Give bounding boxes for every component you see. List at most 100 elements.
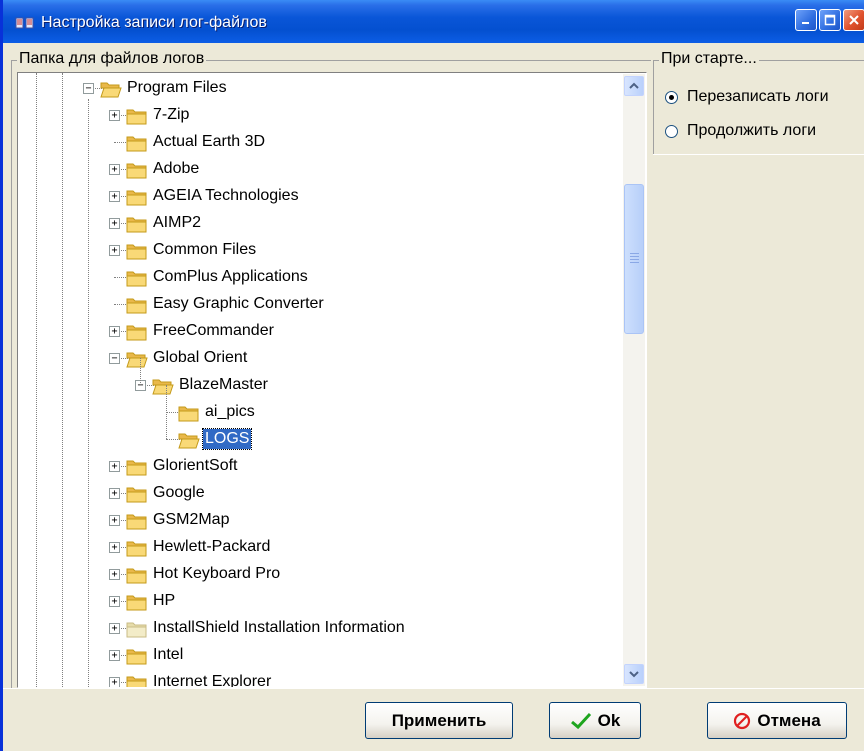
expand-toggle-icon[interactable]: + [109, 542, 120, 553]
tree-item[interactable]: − BlazeMaster [18, 372, 623, 399]
radio-overwrite-label: Перезаписать логи [687, 88, 829, 105]
tree-item-label[interactable]: Program Files [125, 78, 229, 98]
tree-item[interactable]: +7-Zip [18, 102, 623, 129]
tree-item-label[interactable]: Internet Explorer [151, 672, 273, 687]
expand-toggle-icon[interactable]: + [109, 623, 120, 634]
tree-item-label[interactable]: Actual Earth 3D [151, 132, 267, 152]
log-settings-window: Настройка записи лог-файлов Папка для фа… [0, 0, 864, 751]
tree-item[interactable]: − Global Orient [18, 345, 623, 372]
expand-toggle-icon[interactable]: + [109, 569, 120, 580]
chevron-down-icon [629, 671, 639, 678]
tree-item[interactable]: + AIMP2 [18, 210, 623, 237]
tree-item-label[interactable]: Easy Graphic Converter [151, 294, 326, 314]
folder-open-icon [178, 431, 200, 449]
folder-icon [126, 269, 148, 287]
tree-item[interactable]: + Common Files [18, 237, 623, 264]
tree-item[interactable]: + AGEIA Technologies [18, 183, 623, 210]
tree-item[interactable]: + Google [18, 480, 623, 507]
tree-item[interactable]: + Intel [18, 642, 623, 669]
expand-toggle-icon[interactable]: + [109, 488, 120, 499]
tree-item[interactable]: Easy Graphic Converter [18, 291, 623, 318]
tree-item[interactable]: ComPlus Applications [18, 264, 623, 291]
scroll-down-button[interactable] [624, 664, 644, 684]
ok-button-label: Ok [597, 710, 621, 730]
apply-button[interactable]: Применить [365, 702, 513, 739]
expand-toggle-icon[interactable]: + [109, 677, 120, 687]
window-title: Настройка записи лог-файлов [41, 14, 267, 31]
tree-item[interactable]: + Hewlett-Packard [18, 534, 623, 561]
tree-item-label[interactable]: ai_pics [203, 402, 257, 422]
collapse-toggle-icon[interactable]: − [83, 83, 94, 94]
folder-icon [126, 323, 148, 341]
checkmark-icon [570, 712, 591, 729]
expand-toggle-icon[interactable]: + [109, 515, 120, 526]
tree-item-label[interactable]: Intel [151, 645, 185, 665]
tree-vertical-scrollbar[interactable] [623, 74, 645, 686]
folder-icon [126, 188, 148, 206]
tree-item-label[interactable]: Hot Keyboard Pro [151, 564, 282, 584]
tree-item-label[interactable]: Global Orient [151, 348, 249, 368]
tree-item[interactable]: + FreeCommander [18, 318, 623, 345]
expand-toggle-icon[interactable]: + [109, 461, 120, 472]
folder-icon [178, 404, 200, 422]
tree-item-label[interactable]: GlorientSoft [151, 456, 239, 476]
tree-item[interactable]: ai_pics [18, 399, 623, 426]
minimize-button[interactable] [795, 9, 817, 31]
folder-open-icon [126, 350, 148, 368]
folders-group-label: Папка для файлов логов [17, 50, 207, 68]
tree-item-label[interactable]: 7-Zip [151, 105, 191, 125]
folder-icon [126, 539, 148, 557]
apply-button-label: Применить [391, 710, 487, 730]
tree-item-label[interactable]: Hewlett-Packard [151, 537, 272, 557]
tree-item-label[interactable]: LOGS [201, 428, 253, 450]
radio-button[interactable] [665, 125, 678, 138]
title-bar[interactable]: Настройка записи лог-файлов [3, 0, 864, 43]
tree-item-label[interactable]: Adobe [151, 159, 201, 179]
tree-item[interactable]: + GlorientSoft [18, 453, 623, 480]
tree-item[interactable]: Actual Earth 3D [18, 129, 623, 156]
folder-icon [126, 647, 148, 665]
cancel-button-label: Отмена [757, 710, 821, 730]
ok-button[interactable]: Ok [549, 702, 641, 739]
tree-item[interactable]: + InstallShield Installation Information [18, 615, 623, 642]
tree-item-label[interactable]: AIMP2 [151, 213, 203, 233]
tree-item[interactable]: − Program Files [18, 75, 623, 102]
tree-item-label[interactable]: HP [151, 591, 177, 611]
collapse-toggle-icon[interactable]: − [109, 353, 120, 364]
tree-item[interactable]: + Internet Explorer [18, 669, 623, 687]
radio-continue-label: Продолжить логи [687, 122, 817, 139]
scroll-thumb[interactable] [624, 184, 644, 334]
maximize-button[interactable] [819, 9, 841, 31]
tree-item-label[interactable]: ComPlus Applications [151, 267, 310, 287]
tree-item-label[interactable]: Google [151, 483, 207, 503]
expand-toggle-icon[interactable]: + [109, 650, 120, 661]
tree-item[interactable]: + GSM2Map [18, 507, 623, 534]
tree-item-label[interactable]: Common Files [151, 240, 258, 260]
radio-button-checked[interactable] [665, 91, 678, 104]
expand-toggle-icon[interactable]: + [109, 218, 120, 229]
expand-toggle-icon[interactable]: + [109, 164, 120, 175]
folder-tree[interactable]: − Program Files +7-Zip Actual Earth 3D + Adob… [17, 72, 647, 688]
tree-item-label[interactable]: AGEIA Technologies [151, 186, 301, 206]
folder-icon [126, 134, 148, 152]
tree-item-label[interactable]: InstallShield Installation Information [151, 618, 407, 638]
scroll-up-button[interactable] [624, 76, 644, 96]
tree-item[interactable]: + Adobe [18, 156, 623, 183]
tree-item-label[interactable]: GSM2Map [151, 510, 231, 530]
tree-item-label[interactable]: FreeCommander [151, 321, 276, 341]
expand-toggle-icon[interactable]: + [109, 191, 120, 202]
chevron-up-icon [629, 82, 639, 89]
folder-icon [126, 215, 148, 233]
folder-icon [126, 242, 148, 260]
tree-item[interactable]: + HP [18, 588, 623, 615]
cancel-button[interactable]: Отмена [707, 702, 847, 739]
tree-item-label[interactable]: BlazeMaster [177, 375, 270, 395]
tree-guide-line [140, 358, 141, 385]
expand-toggle-icon[interactable]: + [109, 245, 120, 256]
tree-item[interactable]: + Hot Keyboard Pro [18, 561, 623, 588]
close-button[interactable] [843, 9, 864, 31]
tree-item[interactable]: LOGS [18, 426, 623, 453]
expand-toggle-icon[interactable]: + [109, 596, 120, 607]
expand-toggle-icon[interactable]: + [109, 110, 120, 121]
expand-toggle-icon[interactable]: + [109, 326, 120, 337]
